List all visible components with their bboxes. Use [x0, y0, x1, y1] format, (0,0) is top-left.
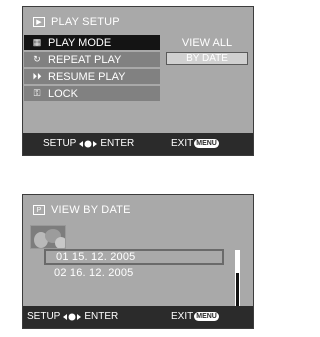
submenu-option-by-date[interactable]: BY DATE [166, 52, 248, 65]
thumbnail-image [30, 225, 66, 249]
date-value: 16. 12. 2005 [69, 267, 134, 279]
joystick-dial-icon [79, 139, 98, 149]
grid-icon: ▦ [32, 37, 42, 47]
footer-enter-label: ENTER [100, 138, 135, 149]
scrollbar[interactable] [235, 250, 240, 310]
date-list-item[interactable]: 01 15. 12. 2005 [44, 249, 224, 265]
view-by-date-screen: P VIEW BY DATE 01 15. 12. 2005 02 16. 12… [22, 194, 254, 329]
menu-item-resume-play[interactable]: ⏵⏵ RESUME PLAY [24, 69, 160, 84]
menu-button-icon: MENU [194, 139, 219, 148]
p-icon: P [33, 205, 45, 215]
play-mode-submenu: VIEW ALL BY DATE [160, 35, 253, 65]
date-index: 01 [56, 251, 69, 263]
play-setup-screen: ▶ PLAY SETUP ▦ PLAY MODE ↻ REPEAT PLAY ⏵… [22, 6, 254, 156]
menu-button-icon: MENU [194, 312, 219, 321]
joystick-dial-icon [63, 312, 82, 322]
scrollbar-thumb[interactable] [236, 273, 239, 309]
submenu-current-value[interactable]: VIEW ALL [160, 35, 253, 50]
footer-setup-label: SETUP [43, 138, 77, 149]
menu-item-label: PLAY MODE [48, 36, 112, 49]
play-icon: ▶ [33, 17, 45, 27]
menu-item-label: LOCK [48, 87, 78, 100]
repeat-icon: ↻ [33, 54, 41, 64]
date-list-item[interactable]: 02 16. 12. 2005 [44, 265, 224, 281]
menu-item-label: RESUME PLAY [48, 70, 126, 83]
footer-enter-label: ENTER [84, 311, 119, 322]
resume-icon: ⏵⏵ [32, 71, 42, 81]
footer-bar: SETUP ENTER EXIT MENU [23, 133, 253, 155]
footer-exit-hint: EXIT MENU [171, 311, 219, 322]
footer-exit-hint: EXIT MENU [171, 138, 219, 149]
date-index: 02 [54, 267, 67, 279]
view-by-date-title: VIEW BY DATE [51, 204, 131, 216]
play-setup-title-row: ▶ PLAY SETUP [33, 15, 120, 29]
play-setup-menu: ▦ PLAY MODE ↻ REPEAT PLAY ⏵⏵ RESUME PLAY… [24, 35, 160, 103]
date-value: 15. 12. 2005 [71, 251, 136, 263]
date-list: 01 15. 12. 2005 02 16. 12. 2005 [44, 249, 224, 281]
menu-item-repeat-play[interactable]: ↻ REPEAT PLAY [24, 52, 160, 67]
footer-exit-label: EXIT [171, 311, 194, 322]
footer-bar: SETUP ENTER EXIT MENU [23, 306, 253, 328]
view-by-date-title-row: P VIEW BY DATE [33, 203, 131, 217]
key-icon: ⚿ [33, 88, 41, 98]
menu-item-label: REPEAT PLAY [48, 53, 122, 66]
footer-setup-label: SETUP [27, 311, 61, 322]
menu-item-play-mode[interactable]: ▦ PLAY MODE [24, 35, 160, 50]
footer-setup-hint: SETUP ENTER [43, 138, 134, 149]
footer-setup-hint: SETUP ENTER [27, 311, 118, 322]
play-setup-title: PLAY SETUP [51, 16, 120, 28]
footer-exit-label: EXIT [171, 138, 194, 149]
menu-item-lock[interactable]: ⚿ LOCK [24, 86, 160, 101]
